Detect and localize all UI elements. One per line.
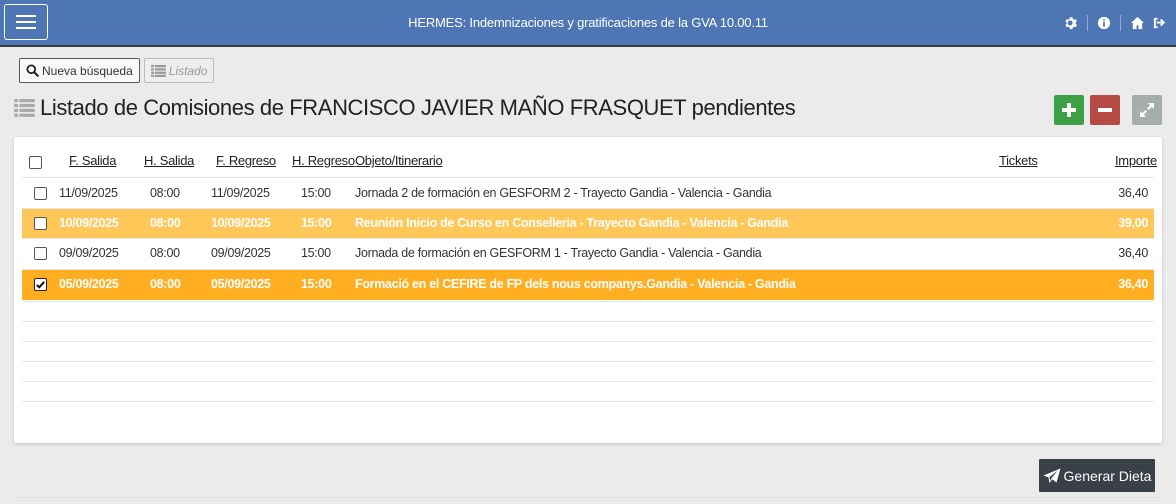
cell-h-regreso: 15:00 <box>301 186 331 200</box>
comisiones-table: F. Salida H. Salida F. Regreso H. Regres… <box>14 137 1162 443</box>
row-divider <box>22 301 1154 302</box>
generate-dieta-label: Generar Dieta <box>1063 467 1152 484</box>
footer-divider <box>14 497 1162 498</box>
expand-button[interactable] <box>1132 95 1162 125</box>
cell-objeto: Jornada de formación en GESFORM 1 - Tray… <box>355 246 762 260</box>
gear-icon[interactable] <box>1062 14 1080 32</box>
cell-h-regreso: 15:00 <box>301 246 331 260</box>
table-row[interactable]: 05/09/2025 08:00 05/09/2025 15:00 Formac… <box>22 270 1154 300</box>
cell-f-regreso: 11/09/2025 <box>211 186 270 200</box>
col-objeto[interactable]: Objeto/Itinerario <box>355 153 443 168</box>
row-checkbox[interactable] <box>34 217 47 230</box>
row-divider <box>22 238 1154 239</box>
cell-h-salida: 08:00 <box>150 186 180 200</box>
info-icon[interactable] <box>1095 14 1113 32</box>
cell-importe: 36,40 <box>1118 246 1148 260</box>
table-row[interactable]: 11/09/2025 08:00 11/09/2025 15:00 Jornad… <box>22 179 1154 209</box>
row-divider <box>22 208 1154 209</box>
listado-button[interactable]: Listado <box>143 58 215 83</box>
cell-h-salida: 08:00 <box>150 277 181 291</box>
plus-icon <box>1062 103 1076 117</box>
top-icons <box>1062 14 1168 32</box>
app-title: HERMES: Indemnizaciones y gratificacione… <box>408 15 768 30</box>
table-header: F. Salida H. Salida F. Regreso H. Regres… <box>14 151 1162 173</box>
toolbar: Nueva búsqueda Listado <box>19 58 215 83</box>
select-all-checkbox[interactable] <box>29 156 42 169</box>
cell-f-regreso: 05/09/2025 <box>211 277 271 291</box>
row-divider <box>22 381 1154 382</box>
table-row[interactable]: 09/09/2025 08:00 09/09/2025 15:00 Jornad… <box>22 239 1154 269</box>
row-divider <box>22 361 1154 362</box>
new-search-button[interactable]: Nueva búsqueda <box>19 58 140 83</box>
cell-f-salida: 11/09/2025 <box>59 186 118 200</box>
minus-icon <box>1098 108 1112 112</box>
top-bar: HERMES: Indemnizaciones y gratificacione… <box>0 0 1176 47</box>
cell-f-regreso: 10/09/2025 <box>211 216 271 230</box>
cell-h-regreso: 15:00 <box>301 277 332 291</box>
generate-dieta-button[interactable]: Generar Dieta <box>1039 459 1155 492</box>
row-divider <box>22 269 1154 270</box>
row-divider <box>22 341 1154 342</box>
check-icon <box>36 281 45 289</box>
cell-f-salida: 09/09/2025 <box>59 246 119 260</box>
listado-label: Listado <box>168 63 208 78</box>
col-h-regreso[interactable]: H. Regreso <box>292 153 355 168</box>
col-f-salida[interactable]: F. Salida <box>69 153 116 168</box>
cell-objeto: Reunión Inicio de Curso en Conselleria -… <box>355 216 788 230</box>
row-checkbox[interactable] <box>34 187 47 200</box>
cell-h-salida: 08:00 <box>150 216 181 230</box>
home-icon[interactable] <box>1128 14 1146 32</box>
cell-objeto: Formació en el CEFIRE de FP dels nous co… <box>355 277 796 291</box>
row-divider <box>22 401 1154 402</box>
col-importe[interactable]: Importe <box>1115 153 1157 168</box>
row-divider <box>22 177 1154 178</box>
row-checkbox[interactable] <box>34 247 47 260</box>
add-button[interactable] <box>1054 95 1084 125</box>
icon-separator <box>1120 15 1121 31</box>
cell-f-salida: 05/09/2025 <box>59 277 119 291</box>
page-title: Listado de Comisiones de FRANCISCO JAVIE… <box>40 95 796 120</box>
table-row[interactable]: 10/09/2025 08:00 10/09/2025 15:00 Reunió… <box>22 209 1154 239</box>
cell-importe: 36,40 <box>1118 277 1148 291</box>
new-search-label: Nueva búsqueda <box>42 63 133 78</box>
cell-importe: 36,40 <box>1118 186 1148 200</box>
remove-button[interactable] <box>1090 95 1120 125</box>
icon-separator <box>1087 15 1088 31</box>
cell-f-regreso: 09/09/2025 <box>211 246 271 260</box>
row-checkbox-checked[interactable] <box>34 278 47 291</box>
cell-h-salida: 08:00 <box>150 246 180 260</box>
col-tickets[interactable]: Tickets <box>999 153 1038 168</box>
page-heading: Listado de Comisiones de FRANCISCO JAVIE… <box>14 95 796 121</box>
search-icon <box>26 64 39 77</box>
cell-f-salida: 10/09/2025 <box>59 216 119 230</box>
expand-icon <box>1140 103 1154 117</box>
list-icon <box>150 64 166 77</box>
cell-importe: 39,00 <box>1118 216 1148 230</box>
cell-objeto: Jornada 2 de formación en GESFORM 2 - Tr… <box>355 186 772 200</box>
list-icon <box>14 99 35 117</box>
col-f-regreso[interactable]: F. Regreso <box>216 153 276 168</box>
logout-icon[interactable] <box>1150 14 1168 32</box>
cell-h-regreso: 15:00 <box>301 216 332 230</box>
paper-plane-icon <box>1043 468 1061 483</box>
row-divider <box>22 321 1154 322</box>
col-h-salida[interactable]: H. Salida <box>144 153 194 168</box>
